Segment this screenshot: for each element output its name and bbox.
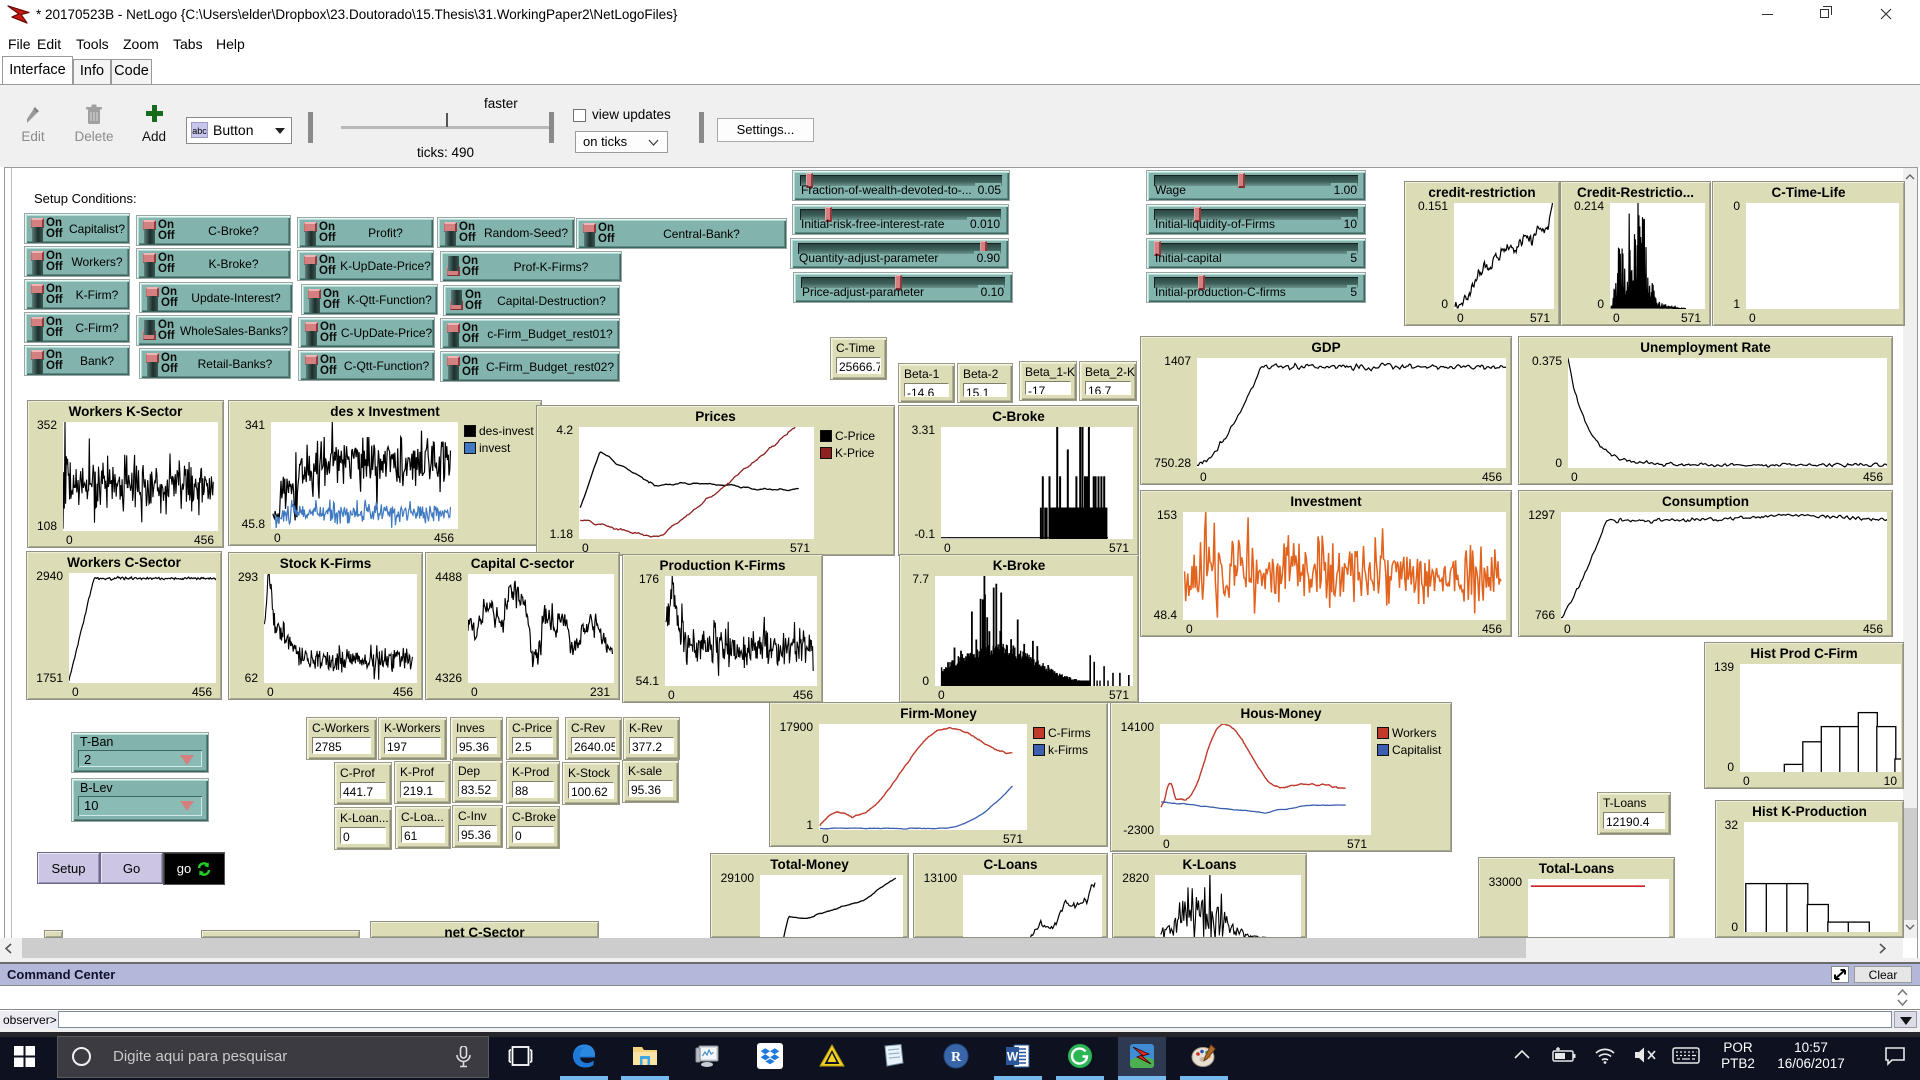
svg-text:W: W: [1007, 1050, 1019, 1064]
svg-text:R: R: [951, 1050, 962, 1065]
